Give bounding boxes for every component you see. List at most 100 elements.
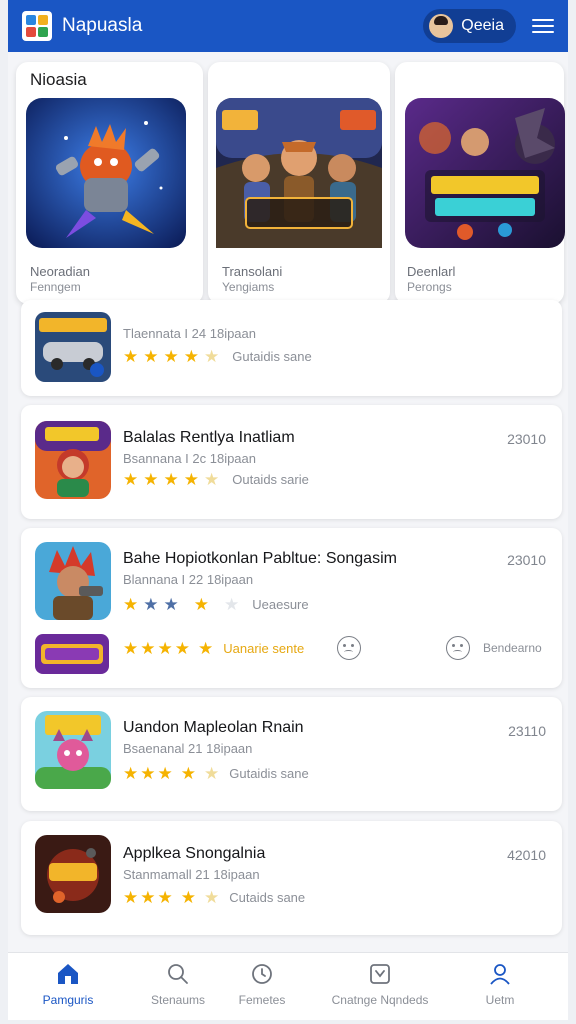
featured-section: Nioasia Neoradian Fenngem Transolani Yen… (16, 62, 565, 306)
game-icon (35, 835, 111, 913)
menu-icon[interactable] (532, 19, 554, 33)
star-icon: ★ (174, 639, 190, 658)
star-icon: ★ (123, 347, 139, 366)
featured-subtitle: Fenngem (30, 280, 81, 294)
star-icon: ★ (224, 595, 240, 614)
featured-title: Deenlarl (407, 264, 456, 279)
star-icon: ★ (193, 595, 209, 614)
rating-label: Gutaidis sane (232, 349, 312, 364)
game-artwork (405, 98, 565, 248)
list-item[interactable]: Applkea Snongalnia 42010 Stanmamall 21 1… (21, 821, 562, 935)
extra-rating-stars: ★ ★ ★ ★ ★ Uanarie sente (123, 640, 304, 657)
star-icon: ★ (123, 595, 139, 614)
star-icon: ★ (204, 888, 220, 907)
rating-stars: ★ ★ ★ ★ ★ Gutaidis sane (123, 765, 309, 782)
star-icon: ★ (163, 470, 179, 489)
rating-stars: ★ ★ ★ ★ ★ Ueaesure (123, 596, 309, 613)
featured-subtitle: Yengiams (222, 280, 275, 294)
star-icon: ★ (143, 595, 159, 614)
row-subtitle: Stanmamall 21 18ipaan (123, 867, 260, 882)
face-icon[interactable] (337, 636, 361, 660)
star-icon: ★ (204, 470, 220, 489)
star-icon: ★ (140, 888, 156, 907)
rating-label: Ueaesure (252, 597, 309, 612)
nav-label: Cnatnge Nqndeds (331, 993, 429, 1007)
row-number: 23010 (507, 552, 546, 568)
user-name: Qeeia (461, 17, 504, 34)
game-icon (35, 312, 111, 382)
star-icon: ★ (163, 595, 179, 614)
star-icon: ★ (157, 639, 173, 658)
featured-title: Transolani (222, 264, 283, 279)
star-icon: ★ (143, 347, 159, 366)
nav-label: Pamguris (42, 993, 94, 1007)
list-item[interactable]: Bahe Hopiotkonlan Pabltue: Songasim 2301… (21, 528, 562, 688)
avatar (429, 14, 454, 38)
star-icon: ★ (183, 470, 199, 489)
nav-item-home[interactable]: Pamguris (12, 961, 124, 1007)
row-title: Bahe Hopiotkonlan Pabltue: Songasim (123, 550, 397, 567)
row-title: Applkea Snongalnia (123, 845, 266, 862)
row-subtitle: Blannana I 22 18ipaan (123, 572, 254, 587)
star-icon: ★ (123, 639, 139, 658)
featured-title: Neoradian (30, 264, 90, 279)
face-icon[interactable] (446, 636, 470, 660)
row-title: Balalas Rentlya Inatliam (123, 429, 295, 446)
row-number: 23010 (507, 431, 546, 447)
list-item[interactable]: Tlaennata I 24 18ipaan ★ ★ ★ ★ ★ Gutaidi… (21, 300, 562, 396)
rating-stars: ★ ★ ★ ★ ★ Cutaids sane (123, 889, 305, 906)
star-icon: ★ (157, 888, 173, 907)
row-number: 23110 (508, 723, 546, 739)
app-frame: Napuasla Qeeia Nioasia Neoradian Fenngem… (8, 0, 568, 1020)
nav-item-inbox[interactable]: Cnatnge Nqndeds (324, 961, 436, 1007)
star-icon: ★ (204, 347, 220, 366)
user-icon (490, 964, 510, 985)
game-icon (35, 711, 111, 789)
star-icon: ★ (180, 764, 196, 783)
extra-right-label: Bendearno (483, 641, 542, 655)
inbox-icon (370, 964, 390, 984)
star-icon: ★ (123, 470, 139, 489)
featured-card-1[interactable]: Nioasia Neoradian Fenngem (16, 62, 203, 304)
star-icon: ★ (198, 639, 214, 658)
rating-label: Gutaidis sane (229, 766, 309, 781)
game-artwork (26, 98, 186, 248)
bottom-nav: Pamguris Stenaums Femetes Cnatnge Nqnded… (8, 952, 568, 1020)
list-item[interactable]: Balalas Rentlya Inatliam 23010 Bsannana … (21, 405, 562, 519)
game-icon (35, 421, 111, 499)
row-title: Uandon Mapleolan Rnain (123, 719, 304, 736)
rating-stars: ★ ★ ★ ★ ★ Gutaidis sane (123, 348, 312, 365)
game-artwork (216, 98, 382, 248)
star-icon: ★ (123, 764, 139, 783)
user-account-button[interactable]: Qeeia (423, 9, 516, 43)
nav-label: Uetm (485, 993, 515, 1007)
featured-heading: Nioasia (30, 70, 87, 89)
featured-card-2[interactable]: Transolani Yengiams (208, 62, 390, 304)
nav-item-recent[interactable]: Femetes (206, 961, 318, 1007)
star-icon: ★ (183, 347, 199, 366)
app-title: Napuasla (62, 15, 143, 36)
nav-item-profile[interactable]: Uetm (444, 961, 556, 1007)
row-subtitle: Tlaennata I 24 18ipaan (123, 326, 256, 341)
game-icon (35, 542, 111, 620)
promo-badge (35, 634, 109, 674)
star-icon: ★ (123, 888, 139, 907)
nav-label: Femetes (238, 993, 286, 1007)
row-number: 42010 (507, 847, 546, 863)
featured-card-3[interactable]: Deenlarl Perongs (395, 62, 565, 304)
star-icon: ★ (143, 470, 159, 489)
rating-label: Cutaids sane (229, 890, 306, 905)
row-subtitle: Bsannana I 2c 18ipaan (123, 451, 256, 466)
list-item[interactable]: Uandon Mapleolan Rnain 23110 Bsaenanal 2… (21, 697, 562, 811)
star-icon: ★ (204, 764, 220, 783)
top-bar: Napuasla Qeeia (8, 0, 568, 52)
clock-icon (252, 964, 272, 984)
star-icon: ★ (163, 347, 179, 366)
app-logo-icon (22, 11, 52, 41)
row-subtitle: Bsaenanal 21 18ipaan (123, 741, 253, 756)
extra-rating-label: Uanarie sente (223, 641, 305, 656)
star-icon: ★ (157, 764, 173, 783)
rating-label: Outaids sarie (232, 472, 309, 487)
search-icon (168, 964, 188, 984)
star-icon: ★ (180, 888, 196, 907)
